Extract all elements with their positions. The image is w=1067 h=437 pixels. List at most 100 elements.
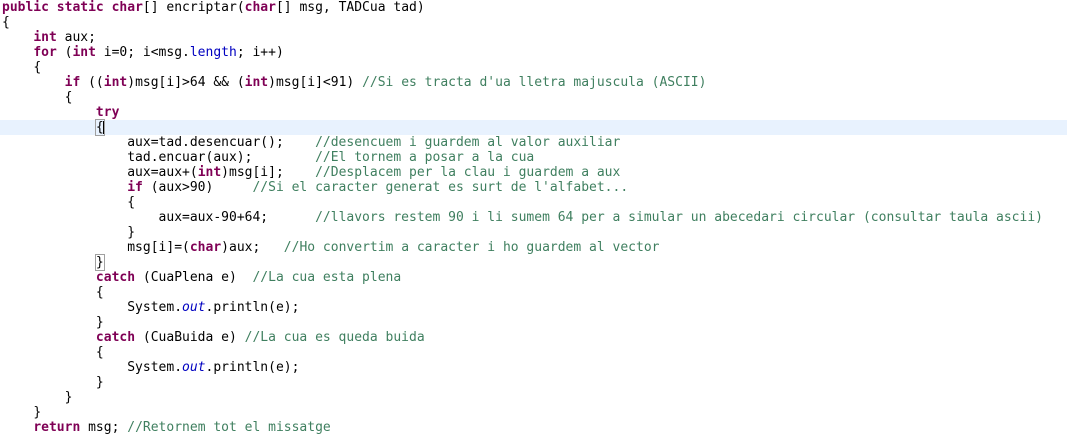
code-line[interactable]: {	[0, 90, 1067, 105]
comment: //Retornem tot el missatge	[127, 420, 331, 435]
code-line[interactable]: {	[0, 60, 1067, 75]
code-line[interactable]: {	[0, 119, 1067, 136]
comment: //Ho convertim a caracter i ho guardem a…	[283, 240, 660, 255]
code-line[interactable]: if ((int)msg[i]>64 && (int)msg[i]<91) //…	[0, 75, 1067, 90]
code-line[interactable]: }	[0, 405, 1067, 420]
code-text: .println(e);	[205, 300, 300, 315]
code-text: )aux;	[221, 240, 284, 255]
code-line[interactable]: }	[0, 225, 1067, 240]
code-text: )msg[i]<91)	[268, 75, 363, 90]
code-line[interactable]: aux=aux+(int)msg[i]; //Desplacem per la …	[0, 165, 1067, 180]
code-line[interactable]: if (aux>90) //Si el caracter generat es …	[0, 180, 1067, 195]
keyword: return	[33, 420, 81, 435]
comment: //Desplacem per la clau i guardem a aux	[315, 165, 621, 180]
code-line[interactable]: {	[0, 195, 1067, 210]
comment: //La cua es queda buida	[244, 330, 425, 345]
code-text: {	[127, 195, 136, 210]
comment: //desencuem i guardem al valor auxiliar	[315, 135, 621, 150]
code-text: aux=aux+(	[127, 165, 198, 180]
code-line[interactable]: msg[i]=(char)aux; //Ho convertim a carac…	[0, 240, 1067, 255]
code-text: {	[2, 15, 10, 30]
keyword: static	[56, 0, 104, 15]
code-line[interactable]: }	[0, 390, 1067, 405]
code-editor[interactable]: public static char[] encriptar(char[] ms…	[0, 0, 1067, 437]
code-line[interactable]: aux=aux-90+64; //llavors restem 90 i li …	[0, 210, 1067, 225]
code-line[interactable]: tad.encuar(aux); //El tornem a posar a l…	[0, 150, 1067, 165]
code-text: System.	[127, 360, 183, 375]
code-text: )msg[i];	[221, 165, 316, 180]
keyword: if	[64, 75, 81, 90]
code-line[interactable]: {	[0, 15, 1067, 30]
keyword: for	[33, 45, 57, 60]
code-line[interactable]: try	[0, 105, 1067, 120]
code-line[interactable]: public static char[] encriptar(char[] ms…	[0, 0, 1067, 15]
keyword: int	[72, 45, 96, 60]
code-line[interactable]: System.out.println(e);	[0, 360, 1067, 375]
code-line[interactable]: }	[0, 315, 1067, 330]
keyword: char	[189, 240, 222, 255]
keyword: try	[95, 105, 120, 120]
code-text: }	[33, 405, 42, 420]
code-line[interactable]: {	[0, 285, 1067, 300]
code-text: }	[64, 390, 73, 405]
comment: //Si el caracter generat es surt de l'al…	[252, 180, 629, 195]
keyword: int	[244, 75, 269, 90]
code-text: }	[95, 315, 104, 330]
code-line[interactable]: System.out.println(e);	[0, 300, 1067, 315]
code-text: aux;	[56, 30, 96, 45]
code-text: {	[95, 285, 104, 300]
code-text: tad.encuar(aux);	[127, 150, 316, 165]
code-line[interactable]: {	[0, 345, 1067, 360]
static-field: out	[182, 360, 206, 375]
code-line[interactable]: }	[0, 254, 1067, 271]
text-caret	[102, 121, 104, 134]
code-text: ((	[80, 75, 104, 90]
code-text: )msg[i]>64 && (	[127, 75, 245, 90]
code-text: .println(e);	[205, 360, 300, 375]
code-line[interactable]: }	[0, 375, 1067, 390]
code-text: [] encriptar(	[142, 0, 245, 15]
code-text: (CuaBuida e)	[135, 330, 245, 345]
keyword: catch	[95, 270, 136, 285]
comment: //El tornem a posar a la cua	[315, 150, 535, 165]
code-line[interactable]: aux=tad.desencuar(); //desencuem i guard…	[0, 135, 1067, 150]
matched-brace: }	[94, 254, 105, 271]
code-line[interactable]: int aux;	[0, 30, 1067, 45]
code-text: msg;	[80, 420, 128, 435]
code-text: (CuaPlena e)	[135, 270, 253, 285]
keyword: int	[33, 30, 57, 45]
keyword: int	[103, 75, 128, 90]
code-text: i=0; i<msg.	[95, 45, 190, 60]
code-text: }	[127, 225, 136, 240]
code-text: {	[33, 60, 42, 75]
code-line[interactable]: for (int i=0; i<msg.length; i++)	[0, 45, 1067, 60]
code-text: msg[i]=(	[127, 240, 190, 255]
keyword: catch	[95, 330, 136, 345]
code-text: }	[95, 375, 104, 390]
static-field: out	[182, 300, 206, 315]
code-line[interactable]: return msg; //Retornem tot el missatge	[0, 420, 1067, 435]
code-line[interactable]: catch (CuaBuida e) //La cua es queda bui…	[0, 330, 1067, 345]
code-text: [] msg, TADCua tad)	[275, 0, 425, 15]
code-line[interactable]: catch (CuaPlena e) //La cua esta plena	[0, 270, 1067, 285]
comment: //llavors restem 90 i li sumem 64 per a …	[315, 210, 1043, 225]
comment: //Si es tracta d'ua lletra majuscula (AS…	[362, 75, 707, 90]
